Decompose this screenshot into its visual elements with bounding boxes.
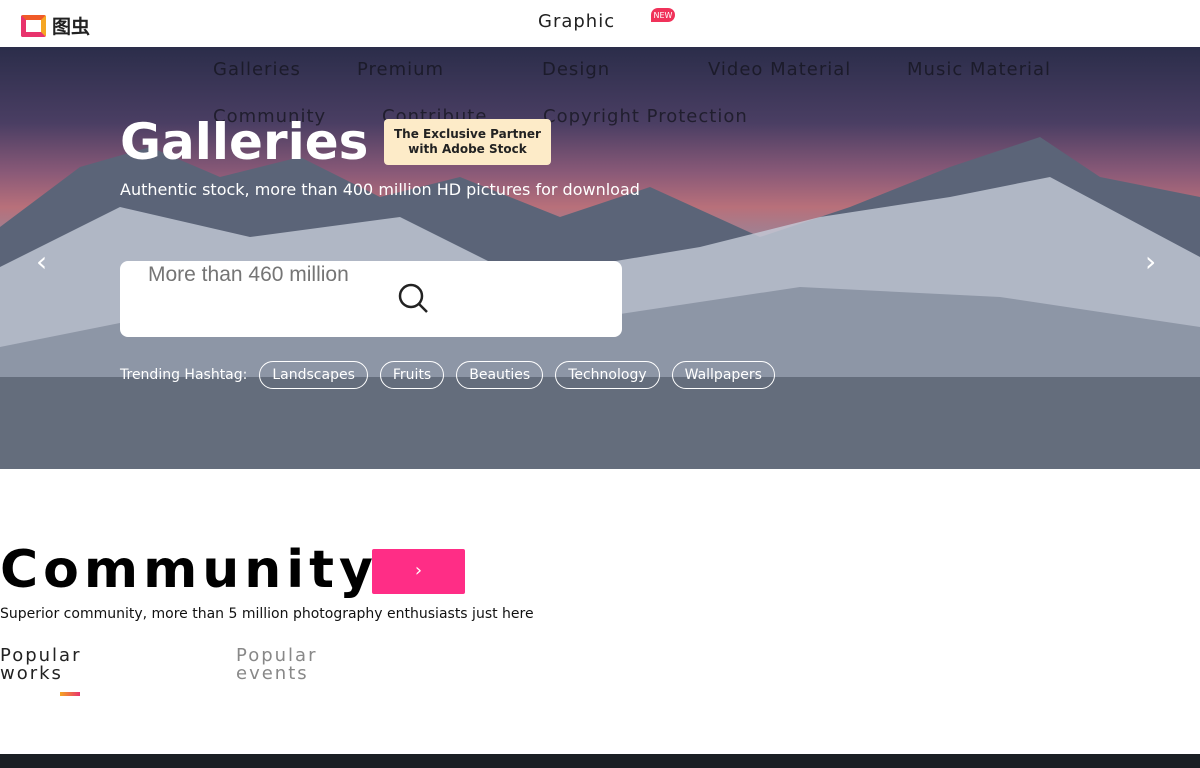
partner-line-1: The Exclusive Partner [394, 127, 541, 141]
trending-hashtags: Trending Hashtag: Landscapes Fruits Beau… [120, 361, 775, 389]
search-icon[interactable] [398, 283, 430, 315]
nav-music-material[interactable]: Music Material [907, 59, 1051, 80]
community-title: Community [0, 540, 378, 600]
hero-banner: Galleries Premium Design Video Material … [0, 47, 1200, 469]
tag-beauties[interactable]: Beauties [456, 361, 544, 389]
logo-text: 图虫 [52, 16, 91, 38]
tag-wallpapers[interactable]: Wallpapers [671, 361, 775, 389]
nav-copyright-protection[interactable]: Copyright Protection [543, 106, 748, 127]
tab-popular-works[interactable]: Popular works [0, 647, 100, 683]
logo[interactable]: 图虫 [21, 12, 90, 39]
chevron-right-icon: › [414, 560, 423, 581]
nav-premium[interactable]: Premium [357, 59, 444, 80]
search-box [120, 261, 622, 337]
hero-subtitle: Authentic stock, more than 400 million H… [120, 180, 640, 199]
hero-title: Galleries [120, 113, 369, 171]
community-more-button[interactable]: › [372, 549, 465, 594]
logo-icon [21, 14, 46, 37]
partner-badge[interactable]: The Exclusive Partner with Adobe Stock [384, 119, 551, 165]
chevron-left-icon[interactable]: ‹ [36, 245, 47, 278]
tag-technology[interactable]: Technology [555, 361, 660, 389]
new-badge: NEW [651, 8, 675, 22]
tag-landscapes[interactable]: Landscapes [259, 361, 368, 389]
partner-line-2: with Adobe Stock [408, 142, 527, 156]
top-bar: 图虫 Graphic NEW [0, 0, 1200, 47]
next-section-banner [0, 754, 1200, 768]
community-subtitle: Superior community, more than 5 million … [0, 606, 534, 622]
nav-galleries[interactable]: Galleries [213, 59, 301, 80]
chevron-right-icon[interactable]: › [1145, 245, 1156, 278]
tag-fruits[interactable]: Fruits [379, 361, 445, 389]
trending-label: Trending Hashtag: [120, 367, 248, 383]
nav-graphic[interactable]: Graphic [538, 11, 615, 32]
tab-popular-events[interactable]: Popular events [236, 647, 336, 683]
nav-design[interactable]: Design [542, 59, 610, 80]
nav-video-material[interactable]: Video Material [708, 59, 851, 80]
active-tab-indicator [60, 692, 80, 696]
